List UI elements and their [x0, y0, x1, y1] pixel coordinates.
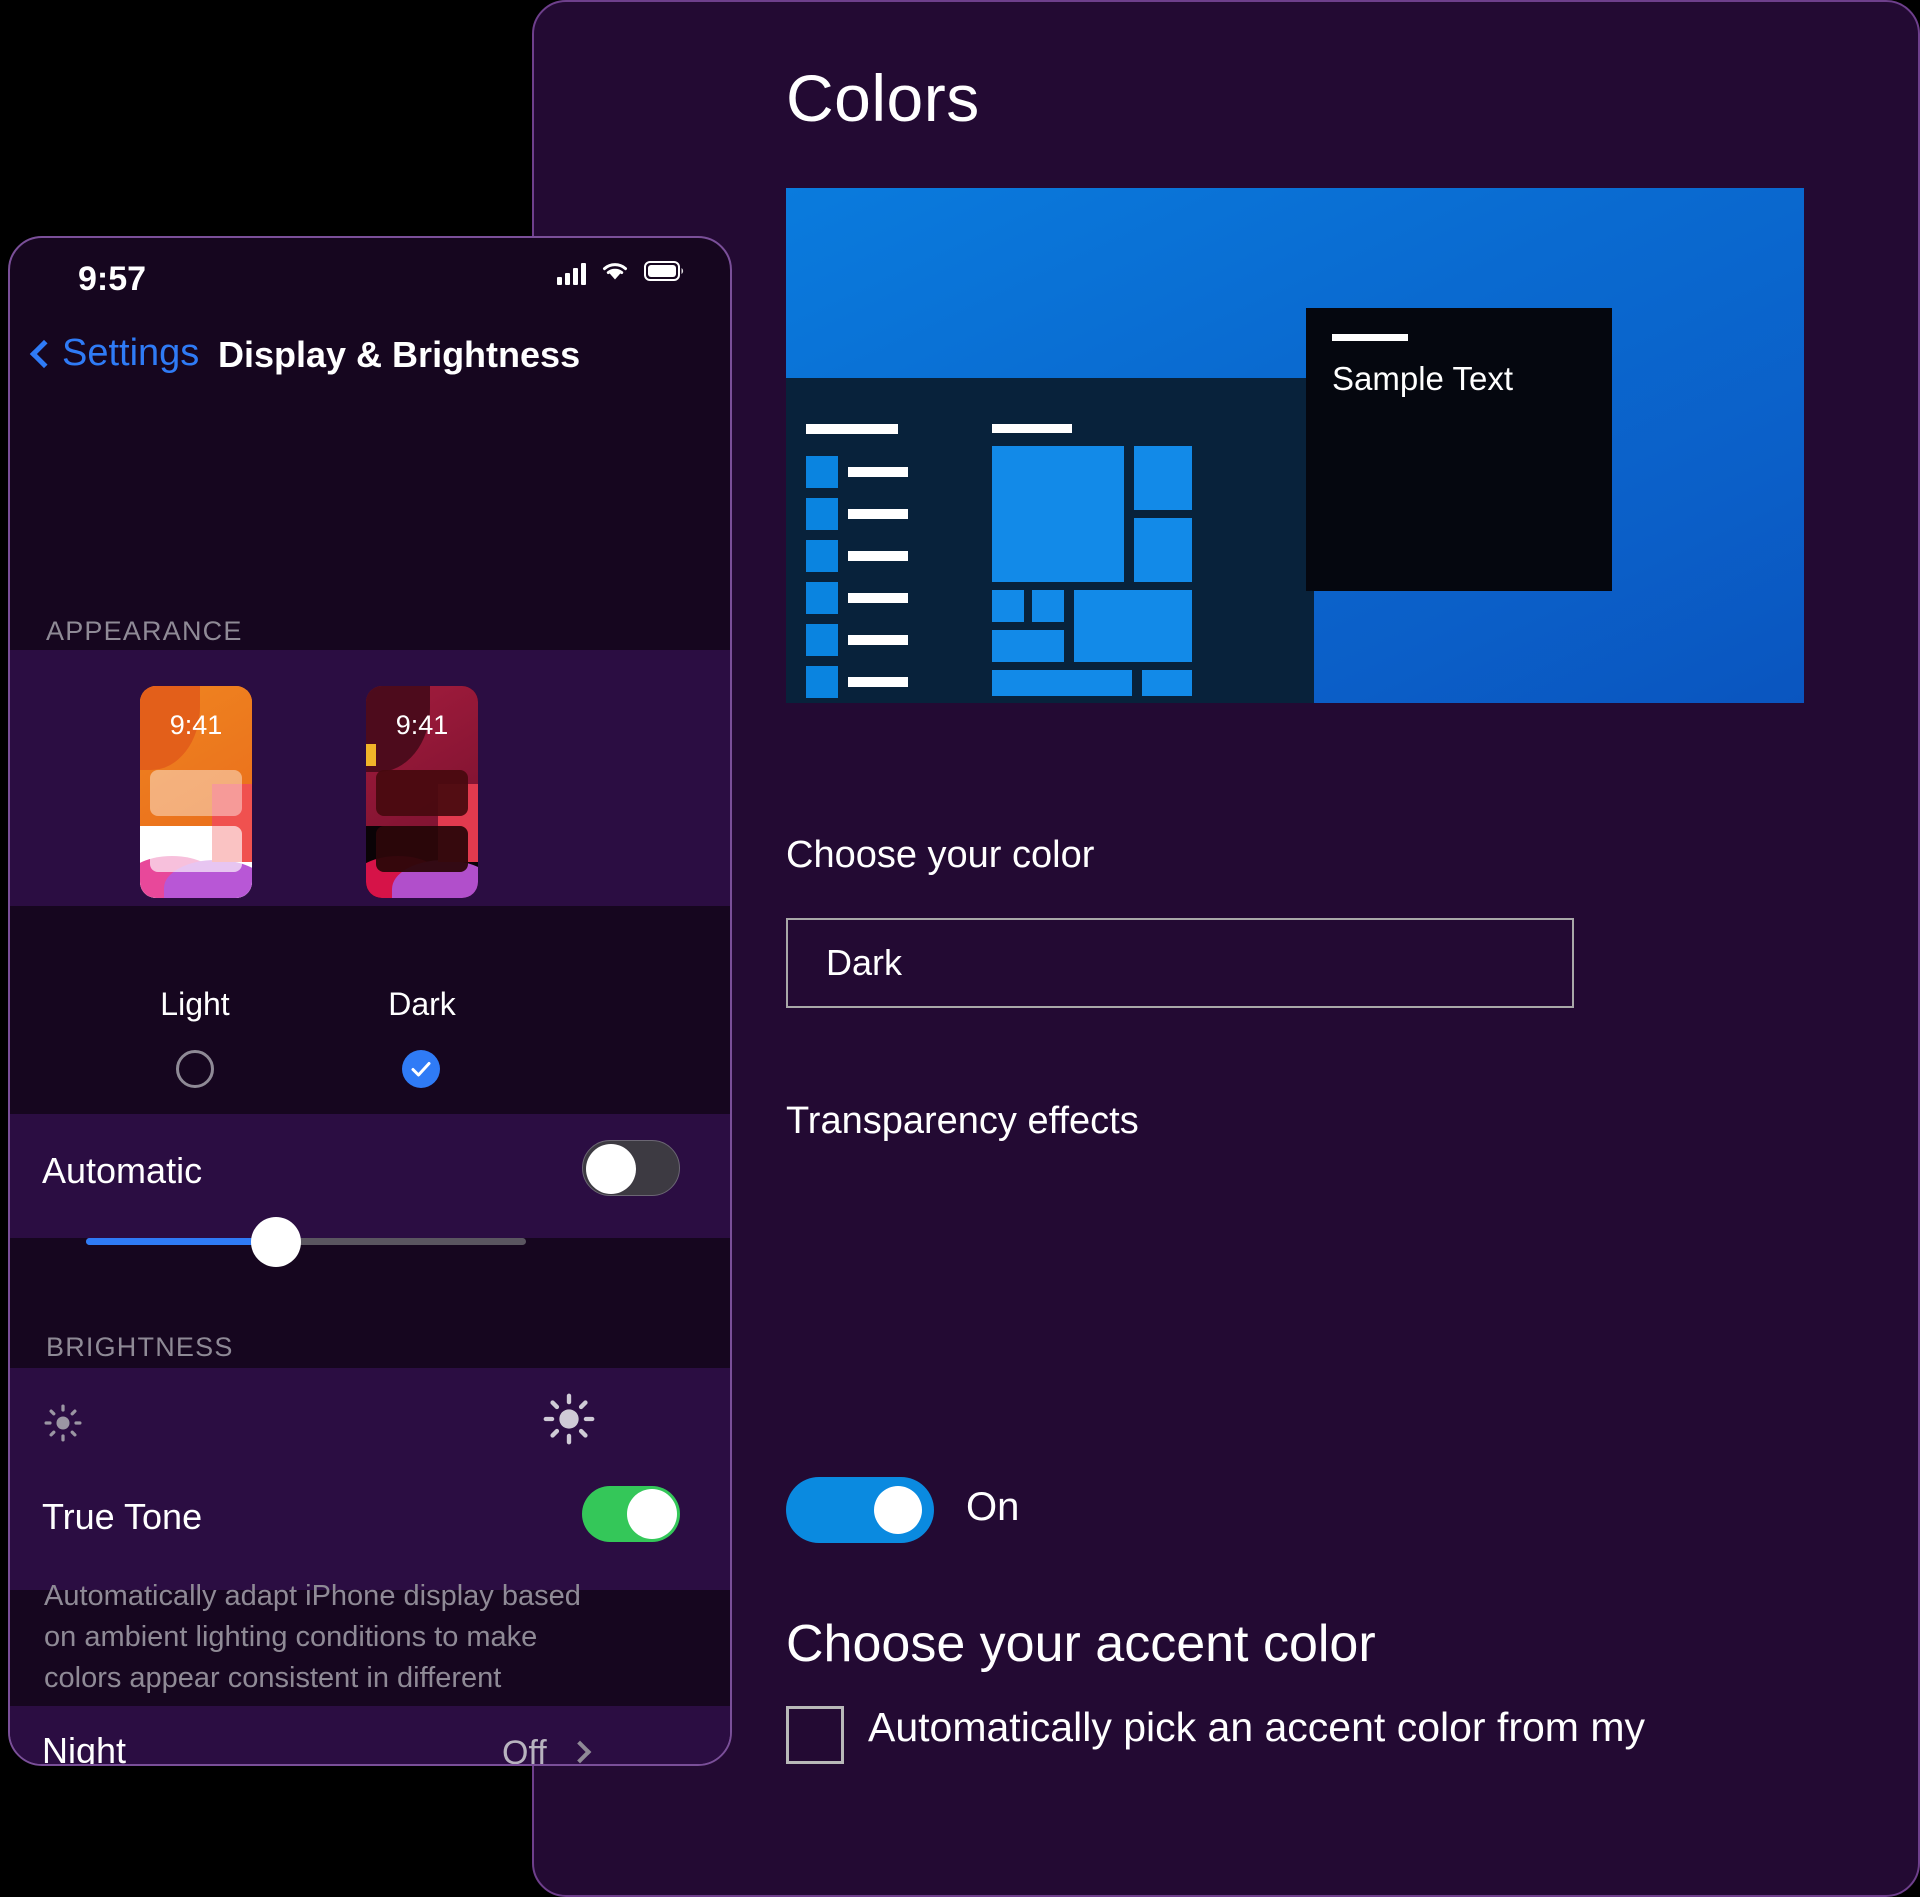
- start-menu-app-icon: [806, 666, 838, 698]
- start-menu-app-label-bar: [848, 635, 908, 645]
- start-menu-header-bar: [806, 424, 898, 434]
- thumb-time-dark: 9:41: [395, 710, 449, 740]
- tile-group-header-bar: [992, 424, 1072, 433]
- sample-text-label: Sample Text: [1332, 360, 1513, 397]
- appearance-radio-light[interactable]: [176, 1050, 214, 1088]
- start-menu-app-label-bar: [848, 677, 908, 687]
- auto-accent-checkbox[interactable]: [786, 1706, 844, 1764]
- brightness-slider-knob[interactable]: [251, 1217, 301, 1267]
- start-menu-app-icon: [806, 582, 838, 614]
- night-label: Night: [42, 1730, 127, 1766]
- choose-your-color-value: Dark: [826, 942, 903, 983]
- status-bar-icons: [557, 260, 686, 287]
- start-tile: [992, 590, 1024, 622]
- signal-bars-icon: [557, 262, 586, 285]
- appearance-section-header: APPEARANCE: [46, 616, 243, 646]
- transparency-effects-heading: Transparency effects: [786, 1100, 1139, 1142]
- appearance-radio-dark[interactable]: [402, 1050, 440, 1088]
- ios-status-bar: 9:57: [10, 238, 730, 312]
- choose-your-color-heading: Choose your color: [786, 834, 1095, 876]
- screenshot-root: Colors Sample Text Choose your color Dar…: [0, 0, 1920, 1897]
- sample-window-titlebar-accent: [1332, 334, 1408, 341]
- transparency-effects-state: On: [966, 1485, 1020, 1529]
- chevron-left-icon: [29, 339, 59, 368]
- ios-nav-bar: Settings Display & Brightness: [10, 312, 730, 404]
- appearance-label-light: Light: [160, 986, 230, 1022]
- start-tile: [1074, 590, 1192, 662]
- start-tile: [1134, 446, 1192, 510]
- back-to-settings-button[interactable]: Settings: [29, 332, 200, 375]
- brightness-slider[interactable]: [86, 1217, 526, 1267]
- true-tone-label: True Tone: [42, 1496, 203, 1537]
- status-bar-clock: 9:57: [78, 260, 147, 298]
- start-tile: [1134, 518, 1192, 582]
- thumb-time-light: 9:41: [169, 710, 223, 740]
- brightness-high-icon: [540, 1390, 598, 1453]
- start-tile: [1142, 670, 1192, 696]
- transparency-effects-toggle[interactable]: [786, 1477, 934, 1543]
- brightness-low-icon: [40, 1400, 86, 1451]
- toggle-knob: [586, 1144, 636, 1194]
- start-tile: [992, 670, 1132, 696]
- start-menu-app-icon: [806, 456, 838, 488]
- check-icon: [411, 1062, 431, 1077]
- choose-your-color-dropdown[interactable]: Dark: [786, 918, 1574, 1008]
- brightness-slider-fill: [86, 1238, 276, 1245]
- auto-accent-checkbox-label: Automatically pick an accent color from …: [868, 1704, 1645, 1750]
- brightness-card: [10, 1368, 730, 1590]
- start-menu-app-label-bar: [848, 593, 908, 603]
- start-menu-app-icon: [806, 624, 838, 656]
- start-menu-app-icon: [806, 540, 838, 572]
- start-menu-app-label-bar: [848, 509, 908, 519]
- night-value: Off: [502, 1734, 547, 1766]
- start-tile: [992, 630, 1064, 662]
- start-menu-app-label-bar: [848, 467, 908, 477]
- ios-display-brightness-panel: 9:57 Settings Display & Brightness APPEA…: [8, 236, 732, 1766]
- page-title: Colors: [786, 61, 980, 135]
- start-menu-app-label-bar: [848, 551, 908, 561]
- start-tile: [1032, 590, 1064, 622]
- toggle-knob: [627, 1489, 677, 1539]
- automatic-label: Automatic: [42, 1150, 203, 1191]
- appearance-label-dark: Dark: [388, 986, 456, 1022]
- wifi-icon: [600, 260, 630, 287]
- start-menu-app-icon: [806, 498, 838, 530]
- start-tile: [992, 446, 1124, 582]
- back-button-label: Settings: [62, 332, 200, 374]
- start-menu-preview: [786, 378, 1314, 703]
- true-tone-toggle[interactable]: [582, 1486, 680, 1542]
- toggle-knob: [874, 1486, 922, 1534]
- battery-icon: [644, 260, 686, 287]
- color-preview-image: Sample Text: [786, 188, 1804, 703]
- appearance-thumb-dark[interactable]: 9:41: [366, 686, 478, 898]
- nav-title: Display & Brightness: [218, 334, 581, 375]
- brightness-section-header: BRIGHTNESS: [46, 1332, 234, 1362]
- sample-window-preview: Sample Text: [1306, 308, 1612, 591]
- windows-settings-colors-panel: Colors Sample Text Choose your color Dar…: [532, 0, 1920, 1897]
- appearance-thumb-light[interactable]: 9:41: [140, 686, 252, 898]
- choose-accent-color-heading: Choose your accent color: [786, 1615, 1376, 1673]
- automatic-toggle[interactable]: [582, 1140, 680, 1196]
